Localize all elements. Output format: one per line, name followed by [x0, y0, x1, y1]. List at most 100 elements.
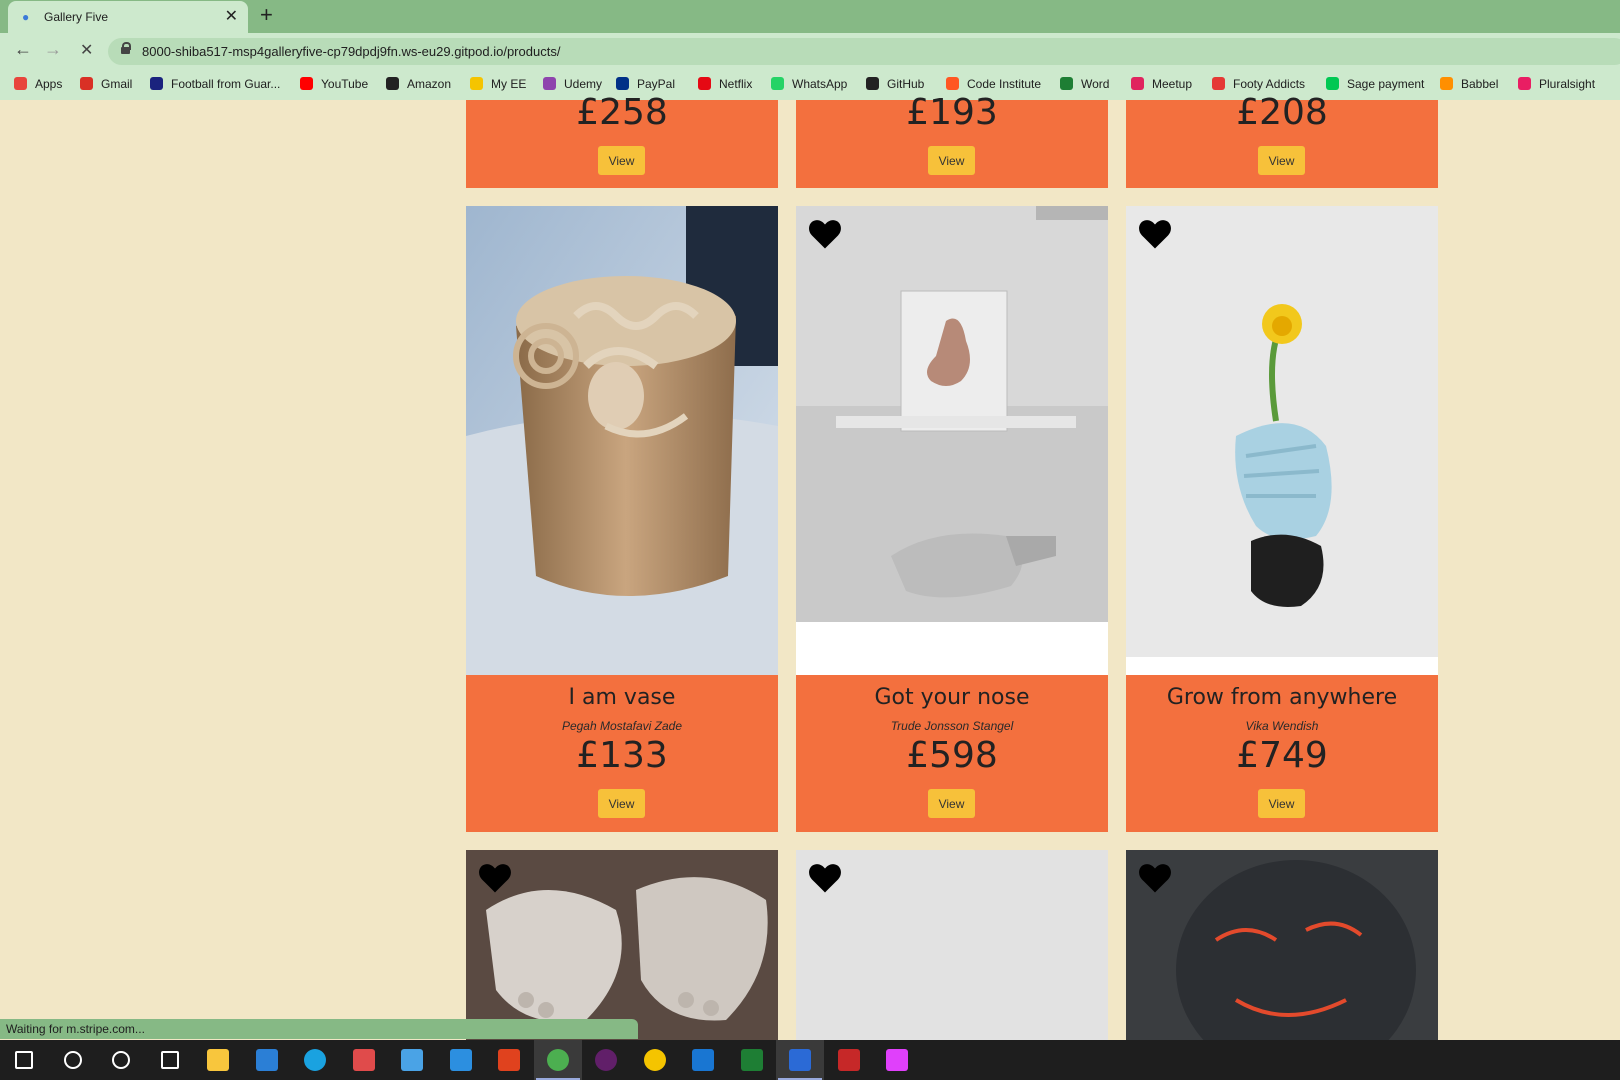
- close-icon[interactable]: ✕: [225, 6, 238, 26]
- bookmark-favicon-icon: [1326, 77, 1339, 90]
- view-button[interactable]: View: [1258, 146, 1305, 175]
- bookmark-meetup[interactable]: Meetup: [1131, 77, 1192, 91]
- edge-icon[interactable]: [291, 1040, 339, 1080]
- bookmark-favicon-icon: [300, 77, 313, 90]
- bookmark-label: Football from Guar...: [171, 77, 281, 91]
- product-price: £208: [1236, 92, 1328, 133]
- bookmark-code-institute[interactable]: Code Institute: [946, 77, 1041, 91]
- bookmark-favicon-icon: [698, 77, 711, 90]
- emoji-icon[interactable]: [631, 1040, 679, 1080]
- product-image-blank[interactable]: [796, 850, 1108, 1040]
- bookmark-football-from-guar[interactable]: Football from Guar...: [150, 77, 280, 91]
- bookmark-apps[interactable]: Apps: [14, 77, 62, 91]
- bookmark-favicon-icon: [1440, 77, 1453, 90]
- back-button[interactable]: ←: [14, 39, 32, 60]
- chrome-icon[interactable]: [533, 1040, 582, 1080]
- tab-title: Gallery Five: [44, 10, 109, 24]
- bookmark-udemy[interactable]: Udemy: [543, 77, 602, 91]
- bookmark-paypal[interactable]: PayPal: [616, 77, 675, 91]
- bookmark-favicon-icon: [14, 77, 27, 90]
- bookmark-label: Netflix: [719, 77, 753, 91]
- bookmark-babbel[interactable]: Babbel: [1440, 77, 1498, 91]
- heart-icon[interactable]: [476, 860, 514, 894]
- bookmark-pluralsight[interactable]: Pluralsight: [1518, 77, 1595, 91]
- windows-start-icon[interactable]: [0, 1040, 48, 1080]
- card-footer: £208 View: [1126, 92, 1438, 188]
- bookmark-favicon-icon: [1518, 77, 1531, 90]
- heart-icon[interactable]: [1136, 216, 1174, 250]
- search-icon[interactable]: [49, 1040, 97, 1080]
- bookmark-gmail[interactable]: Gmail: [80, 77, 132, 91]
- photos-icon[interactable]: [679, 1040, 727, 1080]
- photos-glyph: [692, 1049, 714, 1071]
- product-image-vase[interactable]: [466, 206, 778, 675]
- file-explorer-glyph: [207, 1049, 229, 1071]
- bookmark-word[interactable]: Word: [1060, 77, 1109, 91]
- tab-favicon-icon: ●: [22, 10, 30, 24]
- slack-icon[interactable]: [582, 1040, 630, 1080]
- view-button[interactable]: View: [598, 146, 645, 175]
- product-price: £598: [906, 735, 998, 776]
- store-glyph: [255, 1049, 278, 1071]
- gift-icon[interactable]: [340, 1040, 388, 1080]
- stop-loading-button[interactable]: ✕: [80, 40, 93, 60]
- cortana-glyph: [112, 1051, 130, 1069]
- heart-icon[interactable]: [806, 216, 844, 250]
- file-explorer-icon[interactable]: [194, 1040, 242, 1080]
- bookmark-whatsapp[interactable]: WhatsApp: [771, 77, 847, 91]
- excel-icon[interactable]: [728, 1040, 776, 1080]
- forward-button[interactable]: →: [44, 39, 62, 60]
- paint-icon[interactable]: [873, 1040, 921, 1080]
- product-image-nose[interactable]: [796, 206, 1108, 675]
- heart-icon[interactable]: [1136, 860, 1174, 894]
- bookmark-favicon-icon: [470, 77, 483, 90]
- bookmark-sage-payment[interactable]: Sage payment: [1326, 77, 1424, 91]
- store-icon[interactable]: [243, 1040, 291, 1080]
- bookmark-footy-addicts[interactable]: Footy Addicts: [1212, 77, 1305, 91]
- bookmark-favicon-icon: [616, 77, 629, 90]
- bookmark-favicon-icon: [150, 77, 163, 90]
- gift-glyph: [352, 1049, 375, 1071]
- search-glyph: [63, 1051, 82, 1069]
- office-icon[interactable]: [485, 1040, 533, 1080]
- tab-gallery-five[interactable]: ● Gallery Five ✕: [8, 1, 248, 33]
- bookmark-youtube[interactable]: YouTube: [300, 77, 368, 91]
- card-footer: I am vase Pegah Mostafavi Zade £133 View: [466, 675, 778, 832]
- bookmark-amazon[interactable]: Amazon: [386, 77, 451, 91]
- view-button[interactable]: View: [928, 146, 975, 175]
- view-button[interactable]: View: [1258, 789, 1305, 818]
- vscode-icon[interactable]: [437, 1040, 485, 1080]
- new-tab-button[interactable]: +: [260, 2, 273, 28]
- url-text: 8000-shiba517-msp4galleryfive-cp79dpdj9f…: [142, 44, 561, 59]
- bookmark-favicon-icon: [80, 77, 93, 90]
- product-artist: Pegah Mostafavi Zade: [561, 719, 683, 733]
- view-button[interactable]: View: [598, 789, 645, 818]
- chrome-glyph: [546, 1049, 569, 1071]
- bookmark-my-ee[interactable]: My EE: [470, 77, 526, 91]
- address-bar[interactable]: 8000-shiba517-msp4galleryfive-cp79dpdj9f…: [108, 38, 1620, 65]
- lock-icon: [120, 42, 131, 54]
- task-view-icon[interactable]: [146, 1040, 194, 1080]
- bookmark-label: Footy Addicts: [1233, 77, 1306, 91]
- bookmark-favicon-icon: [771, 77, 784, 90]
- product-image-flower[interactable]: [1126, 206, 1438, 675]
- mcafee-icon[interactable]: [825, 1040, 873, 1080]
- view-button[interactable]: View: [928, 789, 975, 818]
- card-footer: £258 View: [466, 92, 778, 188]
- heart-icon[interactable]: [806, 860, 844, 894]
- bookmark-favicon-icon: [386, 77, 399, 90]
- cortana-icon[interactable]: [97, 1040, 145, 1080]
- bookmark-label: Amazon: [407, 77, 452, 91]
- bookmark-favicon-icon: [543, 77, 556, 90]
- product-artist: Trude Jonsson Stangel: [890, 719, 1014, 733]
- vase-image: [466, 206, 778, 675]
- bookmark-github[interactable]: GitHub: [866, 77, 924, 91]
- product-image-monkey[interactable]: [1126, 850, 1438, 1040]
- bookmark-netflix[interactable]: Netflix: [698, 77, 752, 91]
- windows-taskbar: [0, 1040, 1620, 1080]
- excel-glyph: [740, 1049, 763, 1071]
- product-image-feet[interactable]: [466, 850, 778, 1040]
- mail-icon[interactable]: [388, 1040, 436, 1080]
- product-price: £749: [1236, 735, 1328, 776]
- security-icon[interactable]: [776, 1040, 824, 1080]
